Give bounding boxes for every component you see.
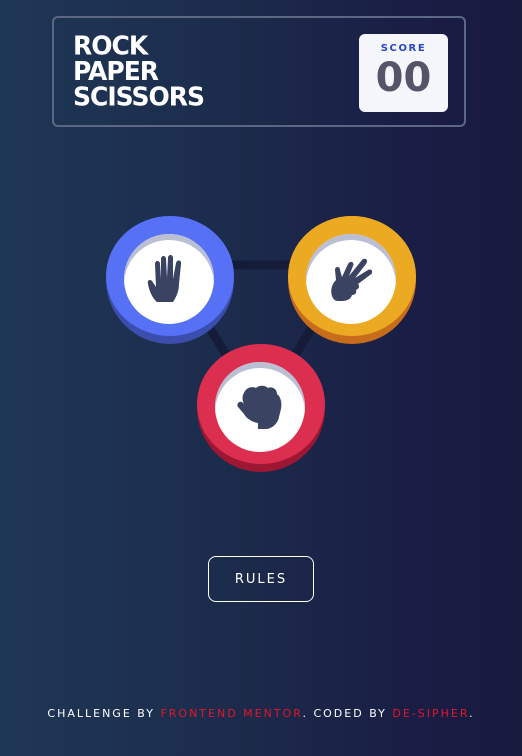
hand-scissors-icon	[331, 258, 373, 301]
hand-paper-icon	[147, 255, 182, 302]
attribution-suffix: .	[469, 707, 475, 720]
score-label: SCORE	[380, 43, 427, 54]
rules-button[interactable]: RULES	[208, 556, 314, 602]
paper-token[interactable]	[106, 216, 234, 344]
paper-token-face	[124, 234, 214, 324]
frontend-mentor-link[interactable]: FRONTEND MENTOR	[160, 707, 302, 720]
score-box: SCORE 00	[359, 34, 448, 112]
de-sipher-link[interactable]: DE-SIPHER	[392, 707, 469, 720]
rock-token[interactable]	[197, 344, 325, 472]
attribution-middle: . CODED BY	[302, 707, 393, 720]
hand-rock-icon	[237, 385, 282, 429]
scissors-token[interactable]	[288, 216, 416, 344]
rock-token-face	[215, 362, 305, 452]
score-value: 00	[375, 55, 432, 101]
attribution-prefix: CHALLENGE BY	[47, 707, 161, 720]
scissors-token-face	[306, 234, 396, 324]
logo-line-paper: PAPER	[73, 56, 159, 87]
header: ROCK PAPER SCISSORS SCORE 00	[52, 16, 466, 127]
logo-line-rock: ROCK	[73, 31, 148, 61]
logo-line-scissors: SCISSORS	[73, 82, 205, 112]
attribution: CHALLENGE BY FRONTEND MENTOR. CODED BY D…	[0, 707, 522, 720]
logo: ROCK PAPER SCISSORS	[73, 31, 205, 112]
